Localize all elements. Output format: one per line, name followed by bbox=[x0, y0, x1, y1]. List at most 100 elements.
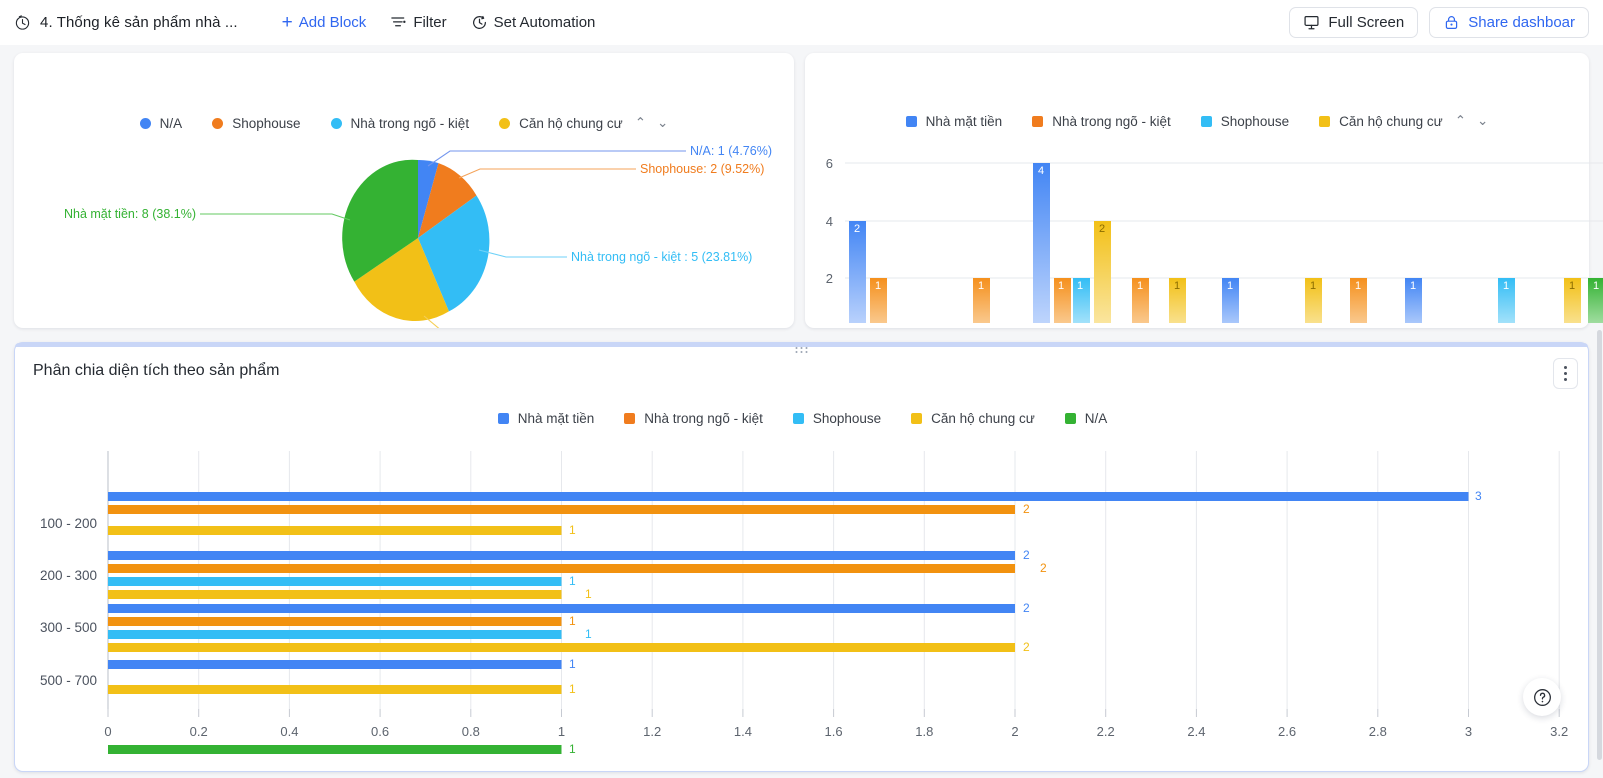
clock-icon bbox=[15, 15, 30, 30]
x-tick-label: 1.2 bbox=[643, 724, 661, 739]
bar[interactable] bbox=[108, 604, 1015, 613]
full-screen-label: Full Screen bbox=[1328, 14, 1405, 31]
chevron-up-icon[interactable]: ⌃ bbox=[635, 115, 646, 131]
automation-clock-icon bbox=[472, 15, 486, 29]
bar-value-label: 1 bbox=[585, 627, 592, 641]
card-menu-button[interactable] bbox=[1553, 358, 1578, 389]
filter-button[interactable]: Filter bbox=[390, 14, 447, 31]
bar[interactable] bbox=[108, 590, 562, 599]
bar[interactable] bbox=[1033, 163, 1050, 323]
bar-value-label: 1 bbox=[1355, 280, 1361, 292]
legend-label: Shophouse bbox=[232, 115, 301, 131]
x-tick-label: 2.8 bbox=[1369, 724, 1387, 739]
bar[interactable] bbox=[108, 577, 562, 586]
pie-leader-nha-mat-tien bbox=[200, 213, 351, 221]
legend-item-nha-mat-tien[interactable]: Nhà mặt tiền bbox=[497, 411, 594, 426]
legend-label: N/A bbox=[1084, 411, 1108, 426]
x-tick-label: 0.4 bbox=[280, 724, 298, 739]
help-button[interactable] bbox=[1523, 678, 1561, 716]
chevron-down-icon[interactable]: ⌄ bbox=[657, 115, 668, 131]
bar-value-label: 1 bbox=[1058, 280, 1064, 292]
bar-value-label: 1 bbox=[1137, 280, 1143, 292]
x-tick-label: 3 bbox=[1465, 724, 1472, 739]
legend-label: Shophouse bbox=[812, 411, 882, 426]
x-tick-label: 1 bbox=[558, 724, 565, 739]
legend-swatch bbox=[497, 413, 509, 424]
bar-value-label: 1 bbox=[978, 280, 984, 292]
filter-label: Filter bbox=[413, 14, 447, 31]
legend-label: Căn hộ chung cư bbox=[519, 115, 623, 131]
page-title: 4. Thống kê sản phẩm nhà ... bbox=[40, 14, 238, 31]
bar[interactable] bbox=[108, 630, 562, 639]
bar[interactable] bbox=[108, 551, 1015, 560]
legend-item-shophouse[interactable]: Shophouse bbox=[792, 411, 882, 426]
x-tick-label: 0.6 bbox=[371, 724, 389, 739]
x-tick-label: 0.8 bbox=[462, 724, 480, 739]
bar-value-label: 1 bbox=[1227, 280, 1233, 292]
x-tick-label: 1.6 bbox=[825, 724, 843, 739]
legend-item-shophouse[interactable]: Shophouse bbox=[212, 115, 301, 131]
bar-value-label: 1 bbox=[1174, 280, 1180, 292]
pie-callout-shophouse: Shophouse: 2 (9.52%) bbox=[640, 162, 764, 176]
bar-value-label: 1 bbox=[1410, 280, 1416, 292]
horizontal-bar-chart-card: Phân chia diện tích theo sản phẩm Nhà mặ… bbox=[14, 342, 1589, 772]
bar[interactable] bbox=[108, 685, 562, 694]
legend-item-na[interactable]: N/A bbox=[1064, 411, 1108, 426]
bar[interactable] bbox=[108, 564, 1015, 573]
bar-value-label: 1 bbox=[1077, 280, 1083, 292]
bar[interactable] bbox=[108, 643, 1015, 652]
top-toolbar: 4. Thống kê sản phẩm nhà ... + Add Block… bbox=[0, 0, 1603, 45]
bar[interactable] bbox=[108, 526, 562, 535]
bar[interactable] bbox=[108, 505, 1015, 514]
bar[interactable] bbox=[108, 492, 1469, 501]
legend-item-can-ho-chung-cu[interactable]: Căn hộ chung cư bbox=[911, 411, 1035, 426]
bar-value-label: 3 bbox=[1475, 489, 1482, 503]
bar[interactable] bbox=[108, 660, 562, 669]
add-block-button[interactable]: + Add Block bbox=[282, 13, 367, 32]
y-tick-label: 200 - 300 bbox=[40, 568, 97, 583]
legend-swatch bbox=[911, 413, 923, 424]
bar-value-label: 2 bbox=[1099, 223, 1105, 235]
x-tick-label: 0 bbox=[104, 724, 111, 739]
bar[interactable] bbox=[108, 617, 562, 626]
pie-legend: N/A Shophouse Nhà trong ngõ - kiệt Căn h… bbox=[14, 115, 794, 131]
bar-value-label: 1 bbox=[1503, 280, 1509, 292]
bar-value-label: 1 bbox=[569, 523, 576, 537]
legend-item-nha-trong-ngo[interactable]: Nhà trong ngõ - kiệt bbox=[624, 411, 763, 426]
bar-value-label: 1 bbox=[569, 742, 576, 756]
vertical-bar-svg: 6 4 2 0 2 1 1 4 1 1 2 1 1 bbox=[826, 156, 1603, 323]
legend-swatch bbox=[792, 413, 804, 424]
share-dashboard-label: Share dashboar bbox=[1468, 14, 1575, 31]
share-dashboard-button[interactable]: Share dashboar bbox=[1429, 7, 1589, 38]
full-screen-button[interactable]: Full Screen bbox=[1289, 7, 1419, 38]
dashboard-root: 4. Thống kê sản phẩm nhà ... + Add Block… bbox=[0, 0, 1603, 778]
bar[interactable] bbox=[108, 745, 562, 754]
drag-handle[interactable] bbox=[795, 347, 808, 353]
y-tick-label: 4 bbox=[826, 214, 833, 229]
bar[interactable] bbox=[1094, 221, 1111, 323]
legend-item-na[interactable]: N/A bbox=[139, 116, 182, 131]
x-tick-label: 3.2 bbox=[1550, 724, 1568, 739]
y-tick-label: 300 - 500 bbox=[40, 620, 97, 635]
legend-item-can-ho-chung-cu[interactable]: Căn hộ chung cư ⌃ ⌄ bbox=[499, 115, 668, 131]
legend-label: Căn hộ chung cư bbox=[931, 411, 1035, 426]
x-tick-label: 2.6 bbox=[1278, 724, 1296, 739]
bar-value-label: 1 bbox=[1569, 280, 1575, 292]
vertical-scrollbar-thumb[interactable] bbox=[1597, 330, 1602, 760]
y-tick-label: 100 - 200 bbox=[40, 516, 97, 531]
bar[interactable] bbox=[849, 221, 866, 323]
legend-swatch bbox=[1064, 413, 1076, 424]
horizontal-bar-legend: Nhà mặt tiền Nhà trong ngõ - kiệt Shopho… bbox=[15, 411, 1590, 426]
pie-chart-svg: N/A: 1 (4.76%) Shophouse: 2 (9.52%) Nhà … bbox=[64, 144, 772, 328]
x-tick-label: 2 bbox=[1011, 724, 1018, 739]
legend-swatch bbox=[212, 117, 224, 129]
pie-leader-can-ho bbox=[423, 315, 440, 328]
set-automation-button[interactable]: Set Automation bbox=[471, 14, 595, 31]
legend-swatch bbox=[139, 117, 151, 129]
pie-callout-na: N/A: 1 (4.76%) bbox=[690, 144, 772, 158]
pie-leader-nha-trong-ngo bbox=[478, 249, 567, 258]
legend-item-nha-trong-ngo[interactable]: Nhà trong ngõ - kiệt bbox=[330, 116, 469, 131]
legend-swatch bbox=[499, 117, 511, 129]
add-block-label: Add Block bbox=[298, 14, 367, 31]
bar-value-label: 1 bbox=[569, 574, 576, 588]
